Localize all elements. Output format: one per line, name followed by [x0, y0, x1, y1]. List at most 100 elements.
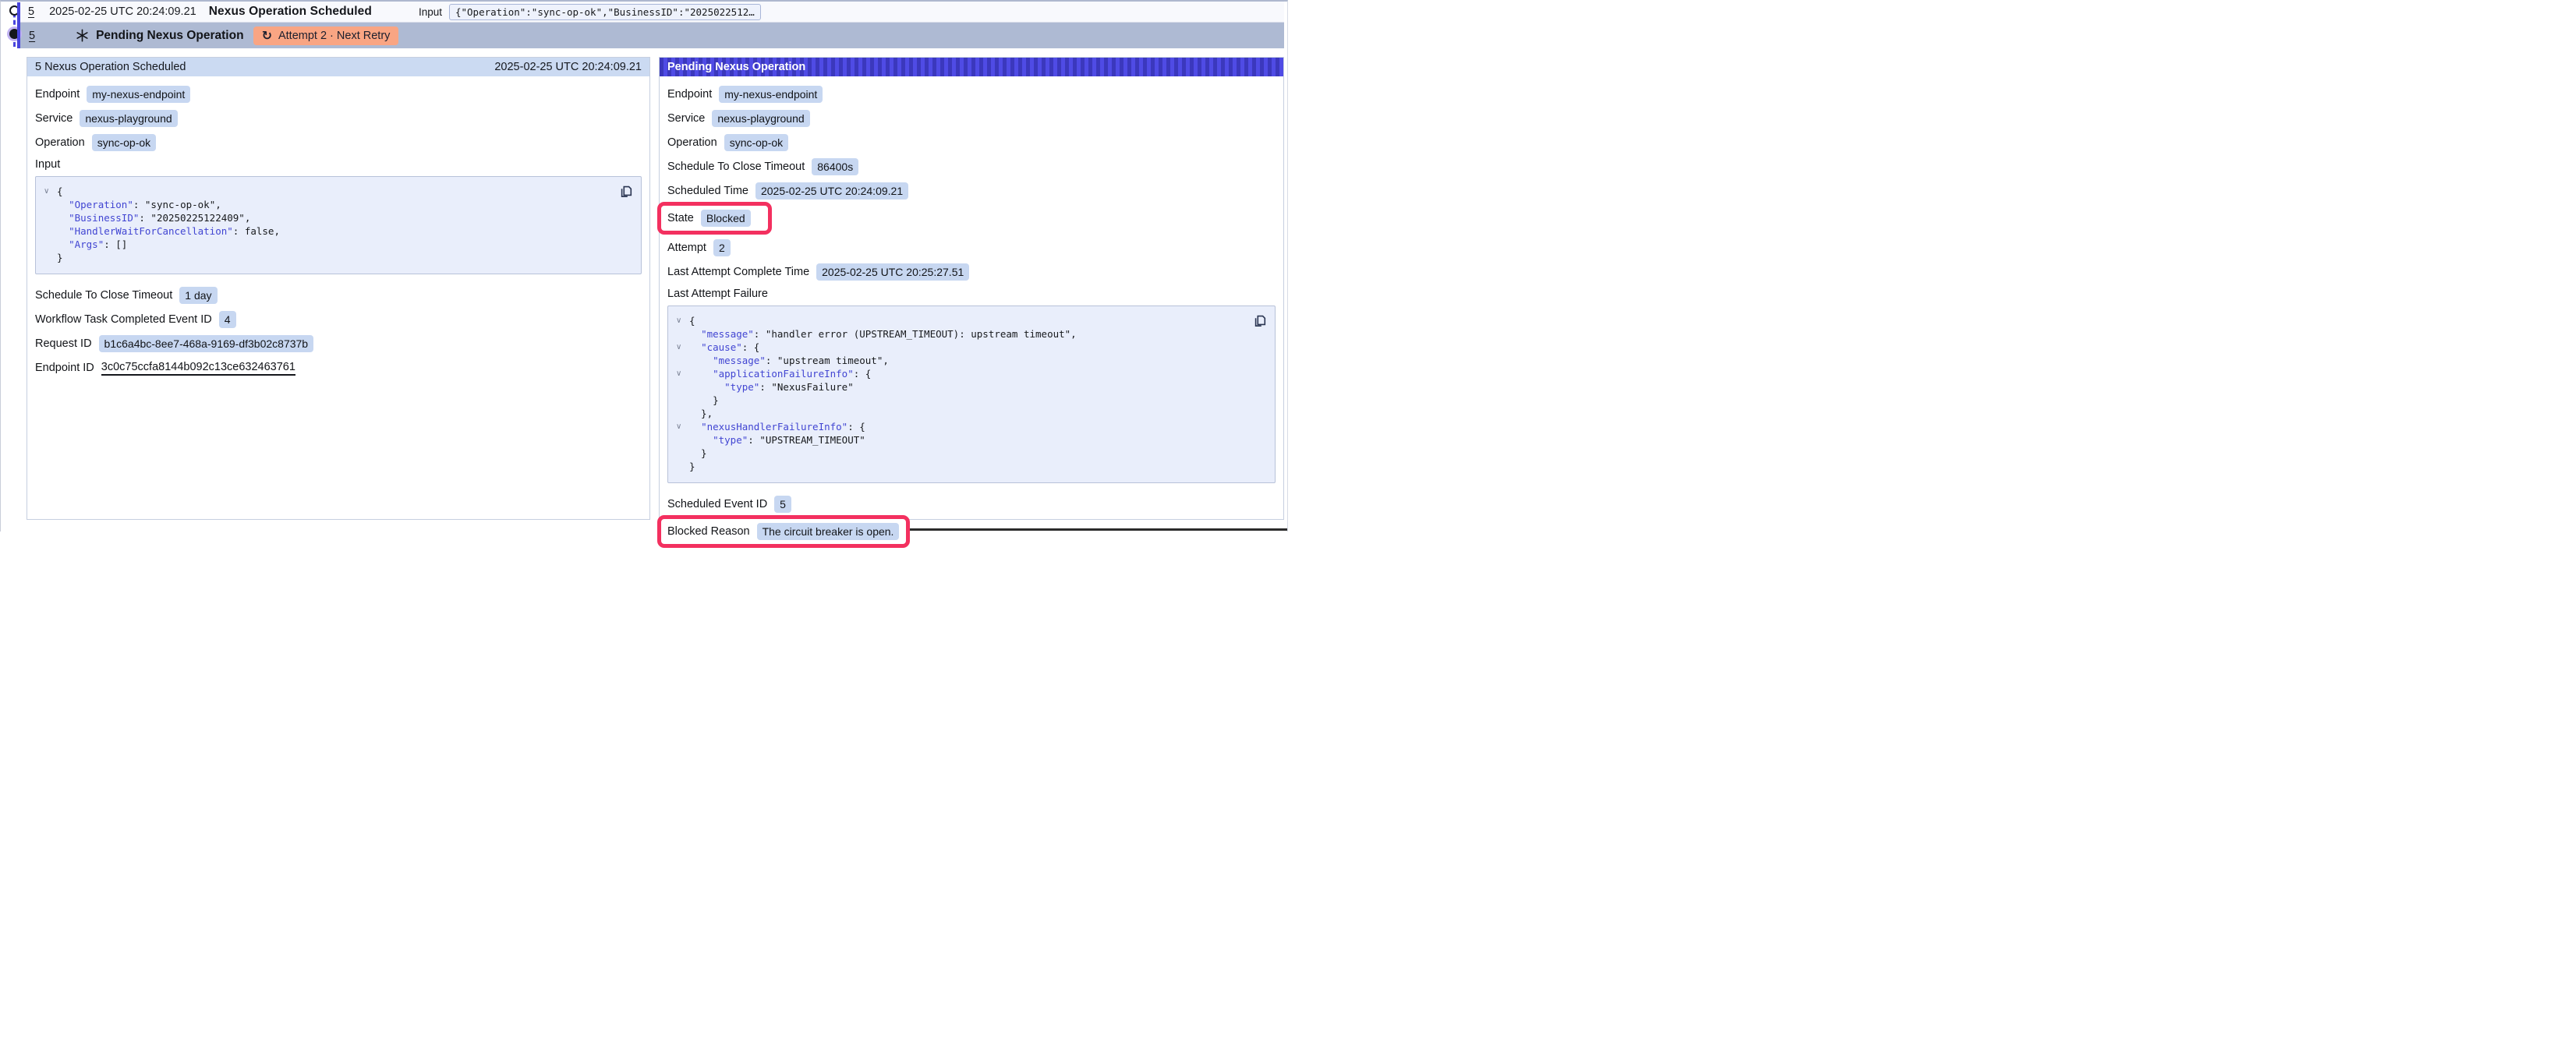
- field-label: Operation: [667, 136, 717, 149]
- attempt-retry-badge-label: Attempt 2 · Next Retry: [278, 30, 390, 42]
- field-value-pill: 2025-02-25 UTC 20:25:27.51: [816, 263, 969, 281]
- field-label: Scheduled Time: [667, 185, 748, 197]
- collapse-chevron-icon[interactable]: ∨: [676, 420, 689, 433]
- event-id-link[interactable]: 5: [29, 30, 35, 42]
- field-state: State Blocked: [667, 207, 1276, 232]
- event-row-pending[interactable]: 5 Pending Nexus Operation ↻ Attempt 2 · …: [20, 23, 1284, 48]
- code-gutter: [676, 354, 689, 367]
- event-title: Nexus Operation Scheduled: [209, 5, 372, 19]
- retry-icon: ↻: [262, 30, 272, 42]
- code-line: "HandlerWaitForCancellation": false,: [44, 224, 633, 238]
- code-text: "message": "handler error (UPSTREAM_TIME…: [689, 327, 1077, 341]
- collapse-chevron-icon[interactable]: ∨: [676, 341, 689, 354]
- field-label: Endpoint: [667, 88, 712, 101]
- field-label: Service: [35, 112, 73, 125]
- event-id-link[interactable]: 5: [28, 5, 34, 18]
- code-line: "Operation": "sync-op-ok",: [44, 198, 633, 211]
- endpoint-id-link[interactable]: 3c0c75ccfa8144b092c13ce632463761: [101, 361, 295, 376]
- field-label: Blocked Reason: [667, 525, 750, 538]
- code-text: "BusinessID": "20250225122409",: [57, 211, 250, 224]
- state-value-pill: Blocked: [701, 210, 751, 227]
- copy-icon[interactable]: [619, 183, 633, 199]
- code-gutter: [676, 433, 689, 447]
- field-value-pill: 2025-02-25 UTC 20:24:09.21: [755, 182, 908, 200]
- code-text: },: [689, 407, 713, 420]
- code-text: {: [57, 185, 63, 198]
- code-line: "message": "handler error (UPSTREAM_TIME…: [676, 327, 1267, 341]
- pending-panel-body: Endpoint my-nexus-endpoint Service nexus…: [660, 76, 1283, 546]
- field-label: Workflow Task Completed Event ID: [35, 313, 212, 326]
- event-input-label: Input: [419, 6, 442, 18]
- code-text: "Operation": "sync-op-ok",: [57, 198, 221, 211]
- event-row-scheduled[interactable]: 5 2025-02-25 UTC 20:24:09.21 Nexus Opera…: [20, 2, 1284, 23]
- collapse-chevron-icon[interactable]: ∨: [676, 367, 689, 380]
- timeline-selection-bar: [17, 2, 20, 48]
- field-label: Service: [667, 112, 705, 125]
- code-line: }: [676, 394, 1267, 407]
- field-value-pill: my-nexus-endpoint: [719, 86, 823, 103]
- event-timeline: [1, 2, 19, 50]
- code-line: }: [676, 460, 1267, 473]
- event-timestamp: 2025-02-25 UTC 20:24:09.21: [49, 5, 196, 18]
- field-blocked-reason: Blocked Reason The circuit breaker is op…: [667, 520, 1276, 546]
- pending-panel-title: Pending Nexus Operation: [667, 61, 805, 73]
- field-schedule-to-close-timeout: Schedule To Close Timeout 1 day: [35, 287, 642, 304]
- field-value-pill: 4: [219, 311, 236, 328]
- code-line: "type": "NexusFailure": [676, 380, 1267, 394]
- field-scheduled-time: Scheduled Time 2025-02-25 UTC 20:24:09.2…: [667, 182, 1276, 200]
- pending-panel-header: Pending Nexus Operation: [660, 58, 1283, 76]
- field-label: Last Attempt Complete Time: [667, 266, 809, 278]
- code-gutter: [44, 198, 57, 211]
- scheduled-panel-timestamp: 2025-02-25 UTC 20:24:09.21: [494, 61, 642, 73]
- code-gutter: [44, 251, 57, 264]
- field-service: Service nexus-playground: [35, 110, 642, 127]
- field-label: Endpoint ID: [35, 362, 94, 374]
- code-text: "HandlerWaitForCancellation": false,: [57, 224, 280, 238]
- code-line: "type": "UPSTREAM_TIMEOUT": [676, 433, 1267, 447]
- field-workflow-task-completed-event-id: Workflow Task Completed Event ID 4: [35, 311, 642, 328]
- field-operation: Operation sync-op-ok: [667, 134, 1276, 151]
- field-value-pill: 86400s: [812, 158, 858, 175]
- scheduled-panel-title: 5 Nexus Operation Scheduled: [35, 61, 186, 73]
- field-label: Schedule To Close Timeout: [667, 161, 805, 173]
- event-input-preview: {"Operation":"sync-op-ok","BusinessID":"…: [449, 4, 761, 20]
- code-gutter: [676, 327, 689, 341]
- code-gutter: [676, 407, 689, 420]
- collapse-chevron-icon[interactable]: ∨: [676, 314, 689, 327]
- field-schedule-to-close-timeout: Schedule To Close Timeout 86400s: [667, 158, 1276, 175]
- collapse-chevron-icon[interactable]: ∨: [44, 185, 57, 198]
- field-value-pill: 2: [713, 239, 731, 256]
- code-gutter: [676, 447, 689, 460]
- code-line: }: [44, 251, 633, 264]
- input-section-label: Input: [35, 158, 642, 171]
- code-line: "Args": []: [44, 238, 633, 251]
- pending-operation-title: Pending Nexus Operation: [96, 29, 243, 43]
- code-text: }: [689, 394, 719, 407]
- code-line: },: [676, 407, 1267, 420]
- copy-icon[interactable]: [1253, 313, 1267, 328]
- code-line: ∨ "applicationFailureInfo": {: [676, 367, 1267, 380]
- code-line: ∨ "cause": {: [676, 341, 1267, 354]
- code-line: ∨{: [676, 314, 1267, 327]
- annotation-highlight-state: State Blocked: [657, 202, 772, 235]
- code-text: "message": "upstream timeout",: [689, 354, 889, 367]
- asterisk-icon: [76, 29, 89, 42]
- field-value-pill: nexus-playground: [712, 110, 809, 127]
- field-scheduled-event-id: Scheduled Event ID 5: [667, 496, 1276, 513]
- blocked-reason-value-pill: The circuit breaker is open.: [757, 523, 900, 540]
- field-label: Endpoint: [35, 88, 80, 101]
- field-value-pill: sync-op-ok: [92, 134, 156, 151]
- field-label: State: [667, 212, 694, 224]
- code-line: ∨ "nexusHandlerFailureInfo": {: [676, 420, 1267, 433]
- code-gutter: [676, 380, 689, 394]
- field-request-id: Request ID b1c6a4bc-8ee7-468a-9169-df3b0…: [35, 335, 642, 352]
- code-line: "BusinessID": "20250225122409",: [44, 211, 633, 224]
- field-value-pill: 1 day: [179, 287, 217, 304]
- scheduled-panel-body: Endpoint my-nexus-endpoint Service nexus…: [27, 76, 649, 376]
- annotation-highlight-blocked-reason: Blocked Reason The circuit breaker is op…: [657, 515, 910, 548]
- field-endpoint: Endpoint my-nexus-endpoint: [35, 86, 642, 103]
- field-attempt: Attempt 2: [667, 239, 1276, 256]
- code-line: "message": "upstream timeout",: [676, 354, 1267, 367]
- code-text: "nexusHandlerFailureInfo": {: [689, 420, 865, 433]
- code-text: }: [57, 251, 63, 264]
